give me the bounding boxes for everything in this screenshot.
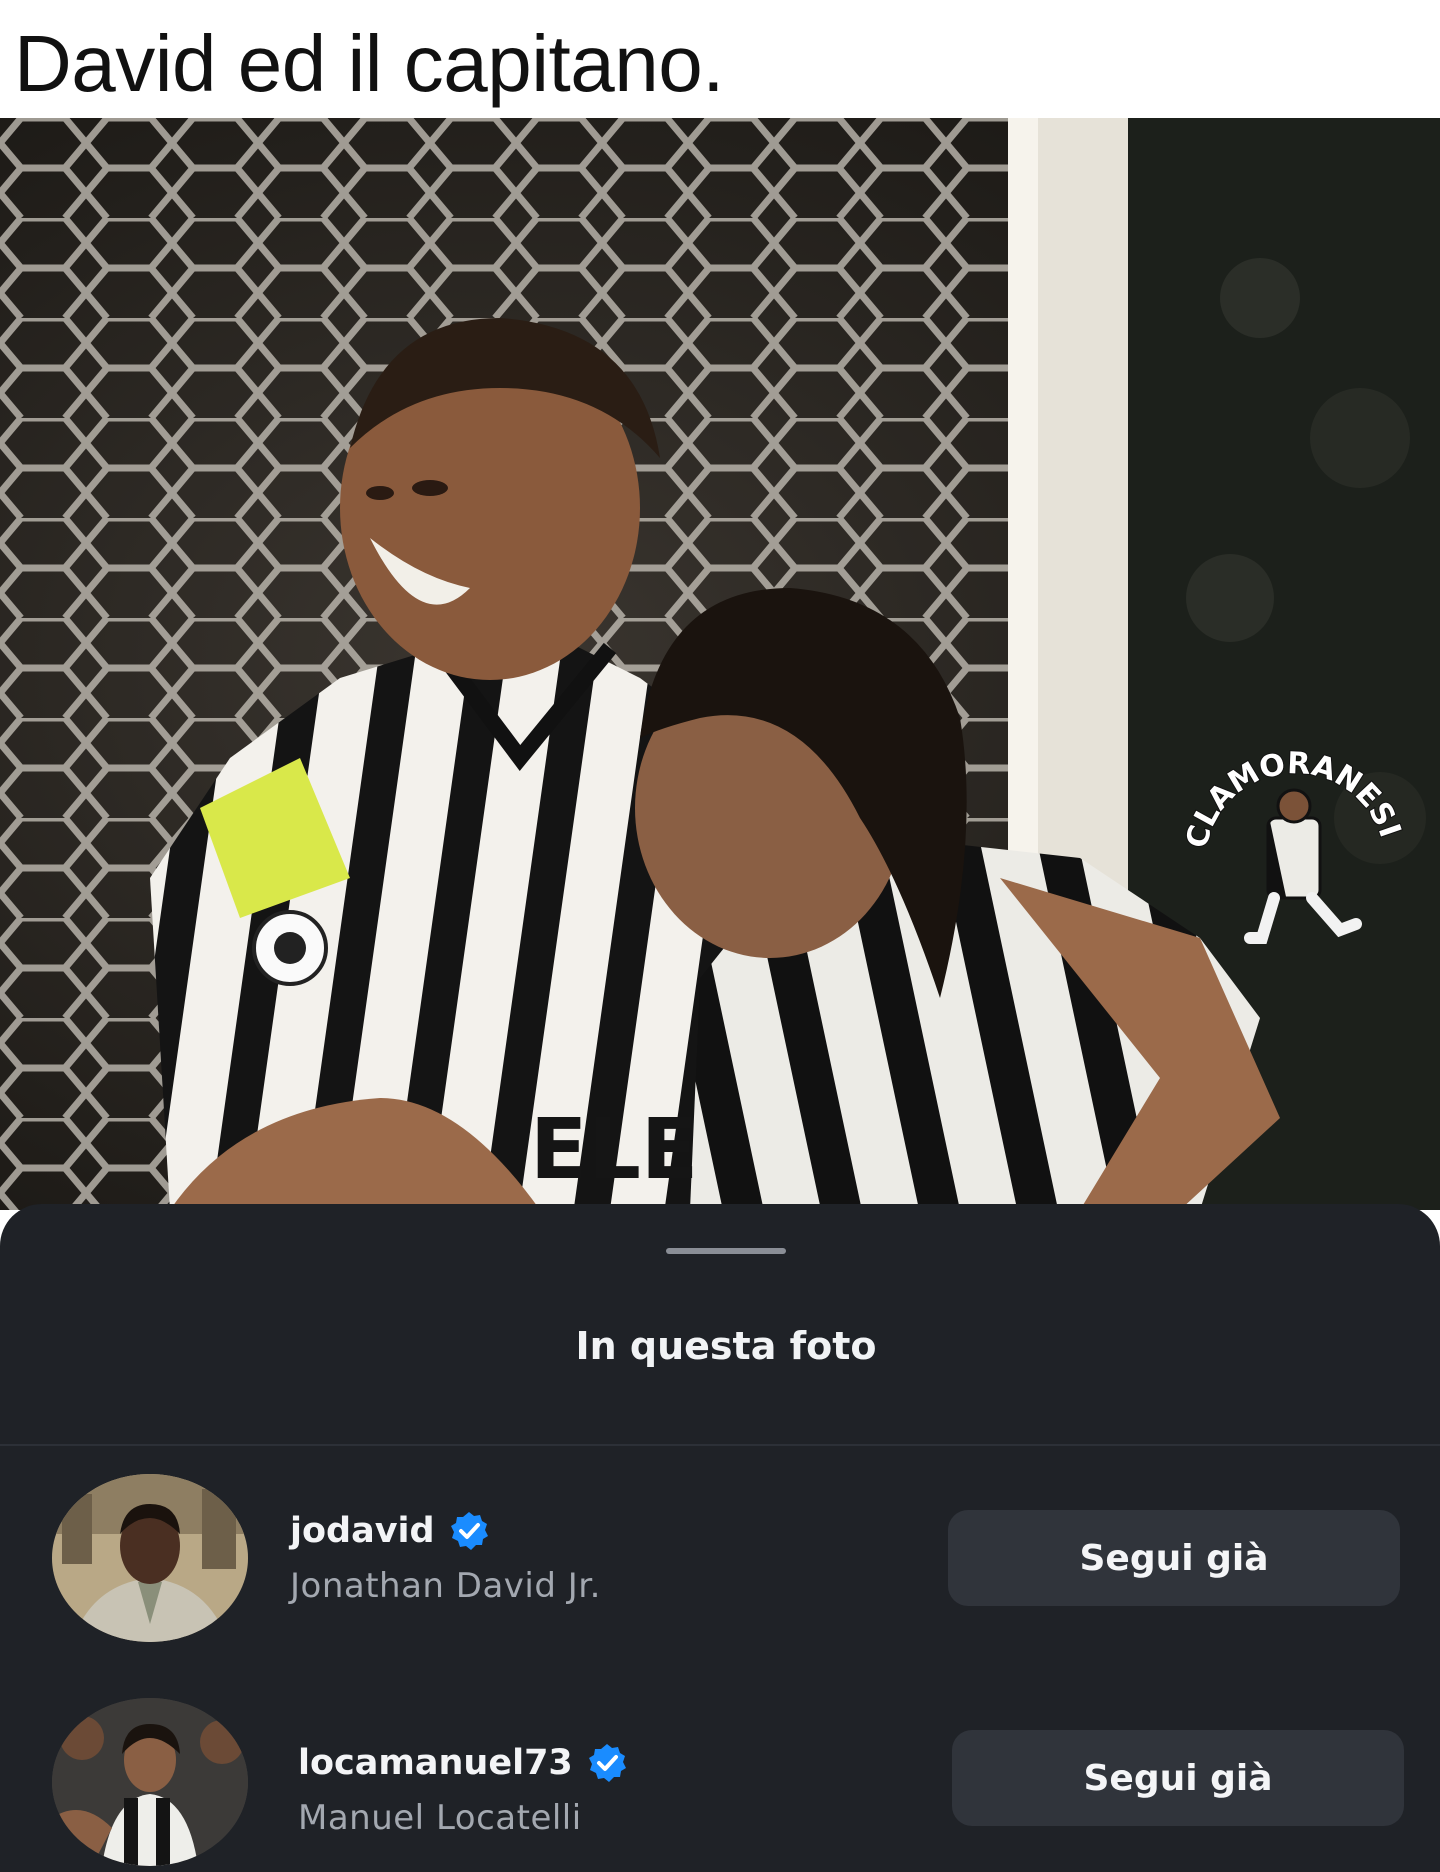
verified-badge-icon [588,1744,626,1782]
full-name: Manuel Locatelli [298,1798,582,1838]
tagged-person-row[interactable]: jodavid Jonathan David Jr. Segui già [0,1466,1440,1646]
username[interactable]: locamanuel73 [298,1743,573,1783]
verified-badge-icon [450,1512,488,1550]
avatar[interactable] [52,1474,248,1642]
sheet-divider [0,1444,1440,1446]
shirt-text: ELE [530,1100,698,1198]
following-button[interactable]: Segui già [952,1730,1404,1826]
username[interactable]: jodavid [290,1511,435,1551]
tagged-people-sheet: In questa foto jodavid Jonathan David Jr… [0,1204,1440,1872]
post-photo[interactable]: ELE CLAMORANESI [0,118,1440,1210]
sheet-drag-handle[interactable] [666,1248,786,1254]
full-name: Jonathan David Jr. [290,1566,601,1606]
avatar[interactable] [52,1698,248,1866]
post-caption: David ed il capitano. [14,19,724,108]
tagged-person-row[interactable]: locamanuel73 Manuel Locatelli Segui già [0,1690,1440,1870]
following-button[interactable]: Segui già [948,1510,1400,1606]
sheet-title: In questa foto [575,1324,877,1368]
